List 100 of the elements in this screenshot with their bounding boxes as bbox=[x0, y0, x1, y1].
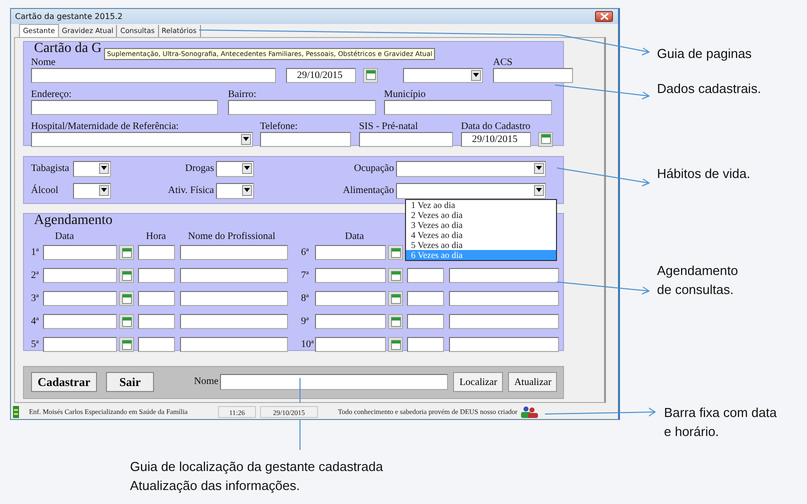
calendar-icon bbox=[540, 134, 550, 144]
calendar-icon bbox=[390, 316, 400, 327]
date-field[interactable] bbox=[315, 245, 386, 260]
calendar-icon bbox=[122, 270, 132, 281]
list-option[interactable]: 5 Vezes ao dia bbox=[406, 240, 556, 250]
calendar-button[interactable] bbox=[388, 314, 403, 330]
close-button[interactable] bbox=[595, 10, 613, 22]
calendar-button[interactable] bbox=[119, 314, 134, 330]
status-icon bbox=[13, 406, 19, 418]
input-field[interactable] bbox=[449, 314, 559, 330]
dropdown[interactable] bbox=[73, 160, 111, 177]
dropdown[interactable] bbox=[73, 182, 111, 199]
dropdown[interactable] bbox=[396, 160, 546, 177]
caret-icon bbox=[244, 166, 250, 170]
field-label: SIS - Pré-natal bbox=[359, 122, 419, 132]
input-field[interactable] bbox=[449, 268, 559, 284]
date-field[interactable] bbox=[315, 337, 386, 352]
dropdown[interactable] bbox=[396, 182, 546, 199]
calendar-button[interactable] bbox=[119, 291, 134, 306]
annotation-text: Agendamento de consultas. bbox=[657, 262, 738, 299]
time-field[interactable] bbox=[138, 268, 175, 284]
dropdown[interactable] bbox=[403, 68, 483, 83]
input-field[interactable] bbox=[31, 68, 276, 83]
search-field[interactable] bbox=[220, 374, 448, 390]
calendar-button[interactable] bbox=[119, 245, 134, 260]
input-field[interactable] bbox=[359, 132, 453, 147]
time-field[interactable] bbox=[407, 314, 444, 330]
date-field[interactable] bbox=[315, 268, 386, 284]
annotation-text: Dados cadastrais. bbox=[657, 80, 762, 98]
row-label: 5ª bbox=[31, 339, 40, 350]
calendar-icon bbox=[122, 316, 132, 327]
caret-icon bbox=[101, 188, 107, 192]
date-field[interactable] bbox=[43, 291, 117, 306]
date-field[interactable] bbox=[43, 245, 117, 260]
caret-icon bbox=[243, 137, 249, 142]
input-field[interactable] bbox=[449, 291, 559, 306]
row-label: 3ª bbox=[31, 293, 40, 304]
action-button[interactable]: Sair bbox=[106, 372, 154, 392]
field-label: ACS bbox=[493, 58, 514, 68]
input-field[interactable] bbox=[228, 100, 376, 115]
field-label: Município bbox=[384, 90, 427, 100]
column-header: Data bbox=[344, 231, 364, 242]
row-label: 6ª bbox=[301, 247, 310, 258]
calendar-icon bbox=[390, 248, 400, 258]
time-field[interactable] bbox=[138, 337, 175, 352]
time-field[interactable] bbox=[407, 291, 444, 306]
list-option[interactable]: 2 Vezes ao dia bbox=[406, 210, 556, 220]
calendar-button[interactable] bbox=[388, 268, 403, 284]
field-label: Alimentação bbox=[342, 185, 395, 196]
date-field[interactable]: 29/10/2015 bbox=[286, 68, 356, 83]
field-label: Drogas bbox=[184, 163, 215, 174]
calendar-button[interactable] bbox=[119, 337, 134, 352]
window-title: Cartão da gestante 2015.2 bbox=[15, 12, 124, 21]
date-field[interactable]: 29/10/2015 bbox=[461, 132, 531, 147]
input-field[interactable] bbox=[384, 100, 552, 115]
calendar-button[interactable] bbox=[363, 68, 378, 83]
input-field[interactable] bbox=[493, 68, 573, 83]
dropdown[interactable] bbox=[216, 160, 254, 177]
close-icon bbox=[600, 12, 608, 20]
calendar-button[interactable] bbox=[388, 337, 403, 352]
dropdown[interactable] bbox=[216, 182, 254, 199]
dropdown[interactable] bbox=[31, 132, 253, 147]
time-field[interactable] bbox=[407, 337, 444, 352]
input-field[interactable] bbox=[449, 337, 559, 352]
date-field[interactable] bbox=[43, 337, 117, 352]
field-label: Nome bbox=[194, 376, 218, 387]
calendar-icon bbox=[122, 340, 132, 350]
row-label: 1ª bbox=[31, 247, 40, 258]
input-field[interactable] bbox=[180, 268, 288, 284]
calendar-icon bbox=[366, 70, 376, 80]
calendar-button[interactable] bbox=[538, 132, 553, 147]
panel-title: Agendamento bbox=[34, 214, 113, 228]
time-field[interactable] bbox=[138, 291, 175, 306]
input-field[interactable] bbox=[260, 132, 351, 147]
date-field[interactable] bbox=[315, 314, 386, 330]
calendar-button[interactable] bbox=[388, 245, 403, 260]
calendar-button[interactable] bbox=[388, 291, 403, 306]
list-option[interactable]: 4 Vezes ao dia bbox=[406, 230, 556, 240]
field-label: Data do Cadastro bbox=[461, 122, 532, 132]
input-field[interactable] bbox=[180, 337, 288, 352]
time-field[interactable] bbox=[138, 314, 175, 330]
input-field[interactable] bbox=[180, 314, 288, 330]
input-field[interactable] bbox=[31, 100, 218, 115]
time-field[interactable] bbox=[138, 245, 175, 260]
input-field[interactable] bbox=[180, 291, 288, 306]
caret-icon bbox=[536, 166, 542, 170]
field-label: Tabagista bbox=[31, 163, 70, 174]
time-field[interactable] bbox=[407, 268, 444, 284]
people-icon bbox=[520, 406, 538, 418]
calendar-button[interactable] bbox=[119, 268, 134, 284]
date-field[interactable] bbox=[43, 268, 117, 284]
action-button[interactable]: Localizar bbox=[453, 372, 504, 392]
list-option[interactable]: 3 Vezes ao dia bbox=[406, 220, 556, 230]
date-field[interactable] bbox=[315, 291, 386, 306]
annotation-text: Barra fixa com data e horário. bbox=[664, 404, 777, 441]
action-button[interactable]: Cadastrar bbox=[31, 372, 97, 392]
date-field[interactable] bbox=[43, 314, 117, 330]
action-button[interactable]: Atualizar bbox=[508, 372, 558, 392]
list-option[interactable]: 1 Vez ao dia bbox=[406, 200, 556, 210]
input-field[interactable] bbox=[180, 245, 288, 260]
